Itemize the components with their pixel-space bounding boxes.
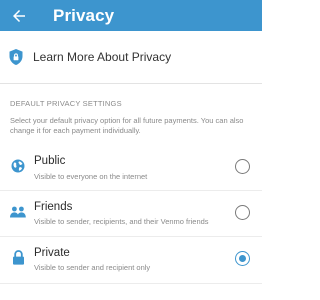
option-description: Visible to sender and recipient only [34, 263, 151, 272]
page-title: Privacy [53, 5, 115, 25]
section-header: DEFAULT PRIVACY SETTINGS [10, 99, 122, 108]
radio-button-private[interactable] [235, 251, 250, 266]
section-description: Select your default privacy option for a… [10, 116, 244, 135]
learn-more-about-privacy-row[interactable]: Learn More About Privacy [0, 31, 262, 84]
divider [0, 236, 262, 237]
back-button[interactable] [8, 5, 30, 27]
globe-icon [10, 158, 26, 174]
option-description: Visible to everyone on the internet [34, 172, 148, 181]
option-description: Visible to sender, recipients, and their… [34, 217, 209, 226]
learn-more-label: Learn More About Privacy [33, 50, 172, 64]
radio-button-friends[interactable] [235, 205, 250, 220]
app-bar: Privacy [0, 0, 262, 31]
divider [0, 190, 262, 191]
option-title: Public [34, 155, 66, 167]
radio-button-public[interactable] [235, 159, 250, 174]
privacy-option-friends[interactable]: Friends Visible to sender, recipients, a… [0, 192, 262, 236]
divider [0, 283, 262, 284]
privacy-option-public[interactable]: Public Visible to everyone on the intern… [0, 148, 262, 192]
option-title: Private [34, 247, 70, 259]
friends-icon [10, 204, 26, 220]
option-title: Friends [34, 201, 73, 213]
privacy-option-private[interactable]: Private Visible to sender and recipient … [0, 238, 262, 282]
lock-icon [10, 249, 26, 265]
arrow-left-icon [13, 9, 25, 22]
shield-lock-icon [8, 49, 24, 66]
